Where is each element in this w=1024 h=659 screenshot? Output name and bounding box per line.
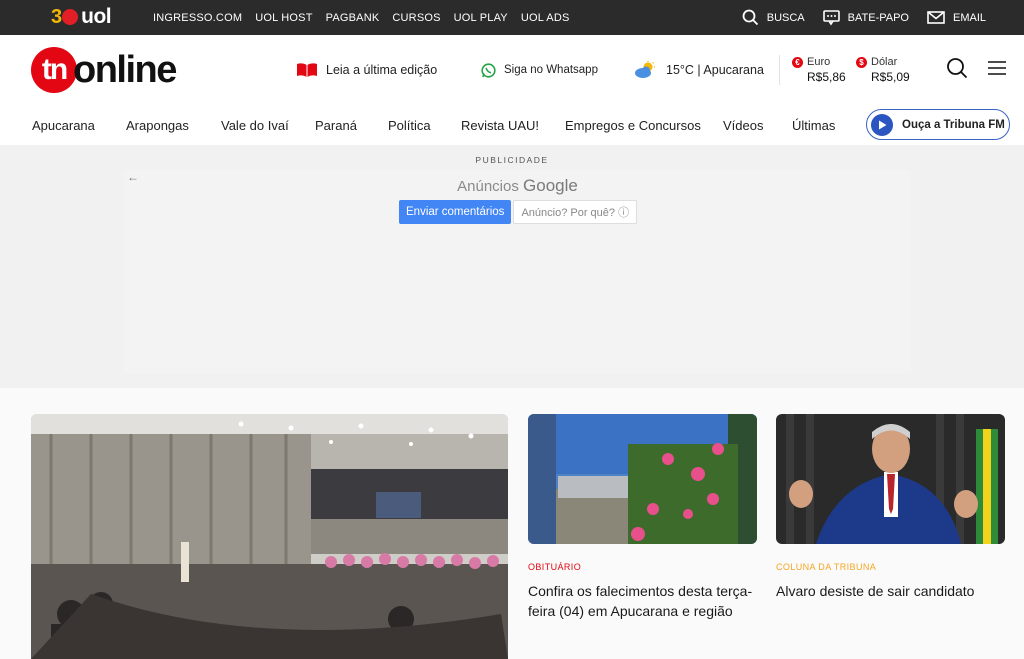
latest-edition-label: Leia a última edição <box>326 63 438 77</box>
uol-busca-label: BUSCA <box>766 11 805 24</box>
nav-item-apucarana[interactable]: Apucarana <box>32 105 95 145</box>
hero-news-image[interactable] <box>31 414 508 659</box>
hamburger-menu-icon[interactable] <box>988 61 1006 75</box>
uol-email-button[interactable]: EMAIL <box>927 11 986 24</box>
euro-rate: € Euro R$5,86 <box>792 55 846 85</box>
tnonline-logo[interactable]: tn online <box>31 45 177 95</box>
tribuna-fm-label: Ouça a Tribuna FM <box>902 118 1005 131</box>
whatsapp-link[interactable]: Siga no Whatsapp <box>481 35 598 105</box>
uol-batepapo-button[interactable]: BATE-PAPO <box>822 9 909 26</box>
euro-label: Euro <box>807 56 831 68</box>
uol-link-uol-host[interactable]: UOL HOST <box>255 12 312 24</box>
ad-title-prefix: Anúncios <box>457 178 519 195</box>
logo-online: online <box>73 48 177 91</box>
euro-value: R$5,86 <box>807 70 846 84</box>
envelope-icon <box>927 11 945 24</box>
ad-zone: PUBLICIDADE ← Anúncios Google Enviar com… <box>0 145 1024 388</box>
search-icon[interactable] <box>946 57 968 79</box>
uol-batepapo-label: BATE-PAPO <box>847 11 909 24</box>
tribuna-fm-button[interactable]: Ouça a Tribuna FM <box>866 109 1010 140</box>
news-title[interactable]: Alvaro desiste de sair candidato <box>776 581 1005 601</box>
uol-links: INGRESSO.COM UOL HOST PAGBANK CURSOS UOL… <box>153 0 583 35</box>
council-chamber-photo <box>31 414 508 659</box>
uol-link-cursos[interactable]: CURSOS <box>392 12 440 24</box>
uol-busca-button[interactable]: BUSCA <box>742 9 805 26</box>
news-kicker: OBITUÁRIO <box>528 562 582 572</box>
main-nav: Apucarana Arapongas Vale do Ivaí Paraná … <box>0 105 1024 145</box>
weather-widget[interactable]: 15°C | Apucarana <box>634 35 764 105</box>
uol-top-bar: 3 uol INGRESSO.COM UOL HOST PAGBANK CURS… <box>0 0 1024 35</box>
nav-item-arapongas[interactable]: Arapongas <box>126 105 189 145</box>
nav-item-parana[interactable]: Paraná <box>315 105 357 145</box>
uol-30-anniversary-mark: 3 <box>51 6 79 29</box>
uol-right-tools: BUSCA BATE-PAPO EMAIL <box>724 0 986 35</box>
news-section: OBITUÁRIO Confira os falecimentos desta … <box>0 388 1024 659</box>
nav-item-revista-uau[interactable]: Revista UAU! <box>461 105 539 145</box>
weather-label: 15°C | Apucarana <box>666 63 764 77</box>
partly-cloudy-icon <box>635 61 655 78</box>
send-feedback-button[interactable]: Enviar comentários <box>399 200 512 224</box>
ad-buttons: Enviar comentários Anúncio? Por quê? ⓘ <box>399 200 638 224</box>
header-divider <box>779 55 780 85</box>
uol-link-pagbank[interactable]: PAGBANK <box>326 12 380 24</box>
ad-label: PUBLICIDADE <box>475 155 549 165</box>
nav-item-politica[interactable]: Política <box>388 105 431 145</box>
chat-icon <box>822 9 840 25</box>
euro-icon: € <box>792 57 803 68</box>
uol-email-label: EMAIL <box>952 11 986 24</box>
uol-link-uol-play[interactable]: UOL PLAY <box>454 12 508 24</box>
google-ad-frame: ← Anúncios Google Enviar comentários Anú… <box>124 170 911 373</box>
uol-link-uol-ads[interactable]: UOL ADS <box>521 12 570 24</box>
news-card-obituario[interactable]: OBITUÁRIO Confira os falecimentos desta … <box>528 414 757 621</box>
nav-item-empregos[interactable]: Empregos e Concursos <box>565 105 701 145</box>
uol-logo[interactable]: 3 uol <box>51 5 112 29</box>
site-header: tn online Leia a última edição Siga no W… <box>0 35 1024 105</box>
dolar-label: Dólar <box>871 56 898 68</box>
nav-item-ultimas[interactable]: Últimas <box>792 105 835 145</box>
whatsapp-label: Siga no Whatsapp <box>504 64 598 76</box>
logo-tn: tn <box>31 47 77 93</box>
news-thumb-politician <box>776 414 1005 544</box>
news-card-coluna[interactable]: COLUNA DA TRIBUNA Alvaro desiste de sair… <box>776 414 1005 601</box>
uol-logo-text: uol <box>81 5 112 28</box>
nav-item-videos[interactable]: Vídeos <box>723 105 763 145</box>
nav-item-vale-do-ivai[interactable]: Vale do Ivaí <box>221 105 289 145</box>
news-title[interactable]: Confira os falecimentos desta terça-feir… <box>528 581 757 621</box>
google-wordmark: Google <box>523 176 578 195</box>
news-kicker: COLUNA DA TRIBUNA <box>776 562 877 572</box>
whatsapp-icon <box>481 62 496 78</box>
uol-link-ingresso[interactable]: INGRESSO.COM <box>153 12 242 24</box>
play-icon <box>871 113 893 136</box>
ad-title: Anúncios Google <box>124 176 911 196</box>
search-icon <box>742 9 758 26</box>
dollar-icon: $ <box>856 57 867 68</box>
dolar-value: R$5,09 <box>871 70 910 84</box>
latest-edition-link[interactable]: Leia a última edição <box>296 35 437 105</box>
open-book-icon <box>297 63 317 77</box>
dolar-rate: $ Dólar R$5,09 <box>856 55 910 85</box>
news-thumb-flowers <box>528 414 757 544</box>
why-this-ad-button[interactable]: Anúncio? Por quê? ⓘ <box>513 200 638 224</box>
